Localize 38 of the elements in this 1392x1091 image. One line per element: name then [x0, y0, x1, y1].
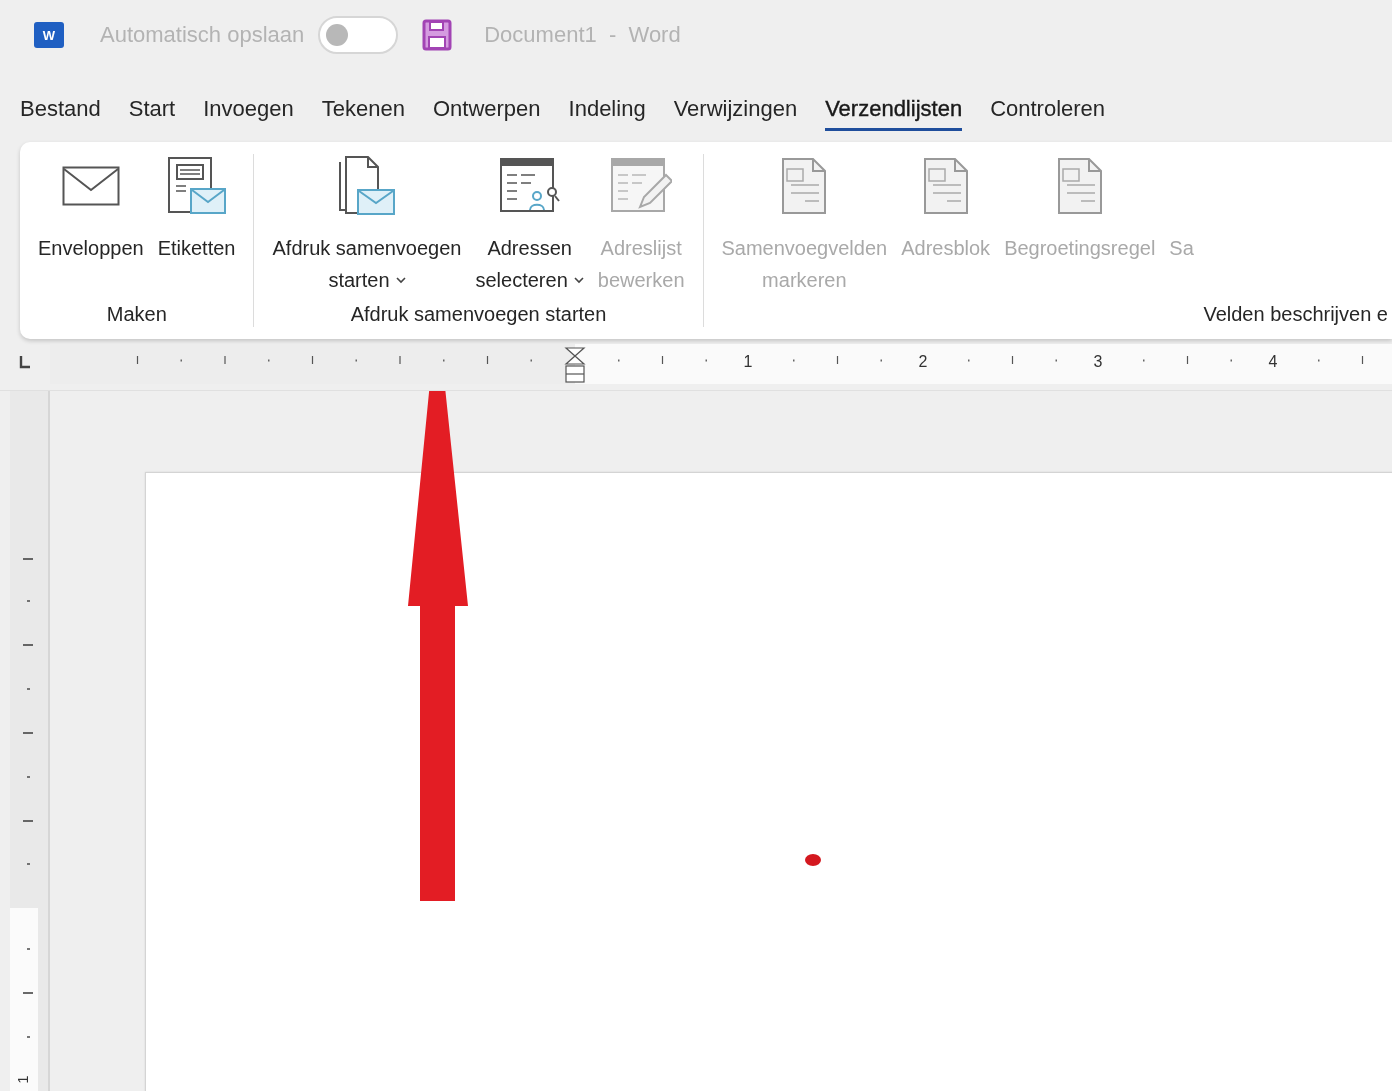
ribbon-tab[interactable]: Start [128, 70, 176, 131]
ribbon-tab[interactable]: Indeling [568, 70, 646, 131]
group-label: Maken [106, 303, 167, 325]
document-icon [781, 157, 828, 215]
ruler-number: 4 [1268, 353, 1278, 371]
labels-icon [166, 157, 227, 215]
envelope-icon [61, 166, 120, 206]
group-label: Afdruk samenvoegen starten [350, 303, 607, 325]
ribbon-button[interactable]: Adressen selecteren [475, 154, 584, 301]
ruler-number: 2 [918, 353, 928, 371]
autosave-toggle[interactable] [318, 16, 399, 54]
indent-marker-icon[interactable] [564, 347, 586, 383]
ruler-number: 1 [13, 1075, 31, 1084]
document-title: Document1 - Word [484, 22, 681, 48]
autosave-label: Automatisch opslaan [100, 22, 305, 48]
ribbon-tab[interactable]: Bestand [20, 70, 101, 131]
ribbon-button[interactable]: Etiketten [157, 154, 236, 301]
ruler-number: 3 [1093, 353, 1103, 371]
annotation-dot [805, 854, 821, 866]
ruler-number: 1 [743, 353, 753, 371]
document-icon [1056, 157, 1103, 215]
ribbon-button[interactable]: Afdruk samenvoegen starten [272, 154, 462, 301]
ribbon-tab[interactable]: Ontwerpen [432, 70, 541, 131]
list-pencil-icon [610, 157, 673, 215]
ribbon-tab[interactable]: Verwijzingen [673, 70, 798, 131]
documents-envelope-icon [338, 156, 396, 216]
address-list-person-icon [498, 157, 561, 215]
document-page[interactable] [145, 472, 1392, 1091]
group-label: Velden beschrijven e [1203, 303, 1388, 325]
document-icon [922, 157, 969, 215]
ribbon-button[interactable]: Enveloppen [38, 154, 144, 301]
save-icon[interactable] [422, 19, 453, 51]
ribbon-tab[interactable]: Controleren [990, 70, 1106, 131]
tab-stop-icon[interactable] [19, 356, 30, 369]
ribbon-tab[interactable]: Invoegen [203, 70, 294, 131]
ribbon-tab[interactable]: Tekenen [321, 70, 405, 131]
word-app-icon[interactable]: W [34, 22, 64, 48]
ribbon-tab[interactable]: Verzendlijsten [825, 70, 963, 131]
